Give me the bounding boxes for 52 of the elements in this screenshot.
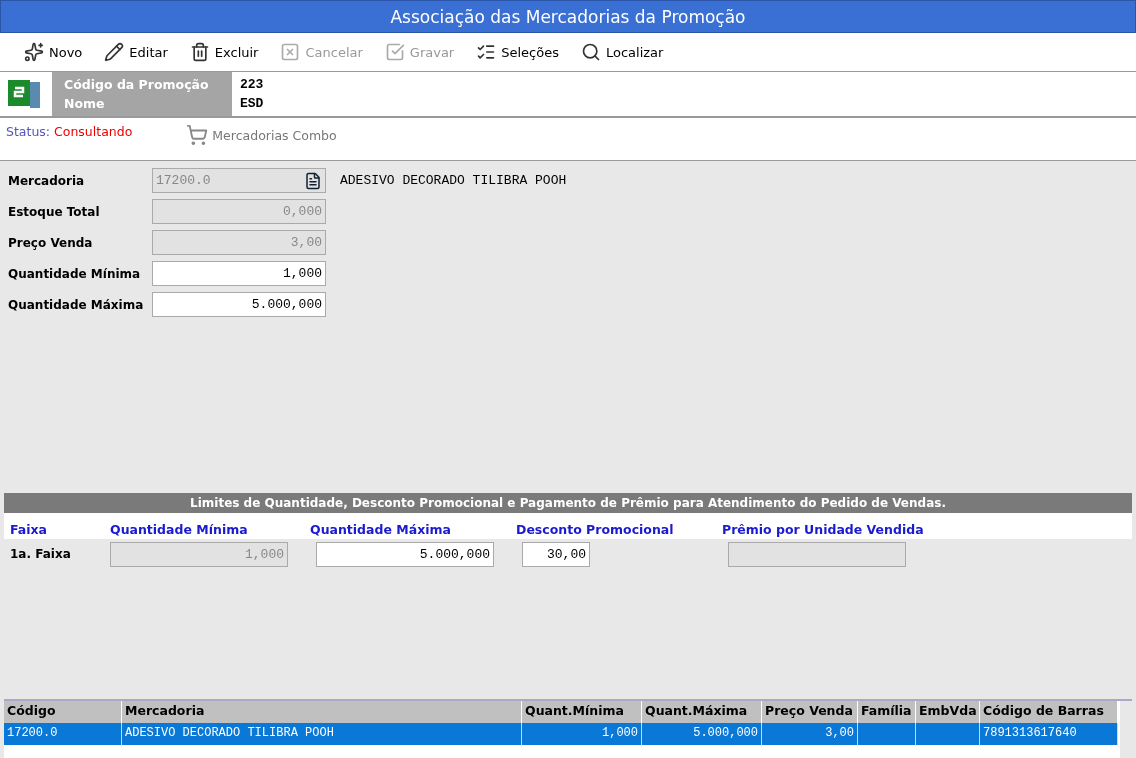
toolbar-button[interactable]: Novo [16, 37, 91, 67]
table-cell: 7891313617640 [980, 723, 1118, 745]
status-value: Consultando [54, 124, 133, 139]
column-header: Código [4, 701, 122, 723]
input-field[interactable]: 5.000,000 [316, 541, 494, 567]
row-label: 1a. Faixa [10, 547, 72, 561]
field-label: Código da Promoção [64, 76, 210, 94]
column-header: Mercadoria [122, 701, 522, 723]
input-field[interactable]: 1,000 [152, 261, 326, 286]
table-cell: 1,000 [522, 723, 642, 745]
search-icon [580, 42, 601, 62]
column-header: Quantidade Máxima [310, 522, 452, 539]
column-header: Desconto Promocional [516, 522, 675, 539]
field-value: ESD [240, 95, 264, 113]
table-cell: 17200.0 [4, 723, 122, 745]
table-cell: 5.000,000 [642, 723, 762, 745]
window-title: Associação das Mercadorias da Promoção [0, 0, 1136, 33]
toolbar-button[interactable]: Editar [96, 37, 176, 67]
trash-icon [189, 42, 210, 62]
table-row[interactable]: 17200.0 ADESIVO DECORADO TILIBRA POOH 1,000 5.000,000 3,00 7891313617640 [4, 723, 1120, 745]
check-square-icon [384, 42, 405, 62]
column-header: Quant.Máxima [642, 701, 762, 723]
pencil-icon [104, 42, 125, 62]
toolbar-button[interactable]: Excluir [181, 37, 267, 67]
toolbar-button[interactable]: Localizar [572, 37, 672, 67]
field-label: Preço Venda [8, 235, 94, 250]
field-label: Estoque Total [8, 204, 101, 219]
cart-icon [186, 124, 209, 146]
combo-button[interactable]: Mercadorias Combo [186, 124, 337, 146]
section-title: Limites de Quantidade, Desconto Promocional e Pagamento de Prêmio para Atendimento do Pedido de Vendas. [4, 493, 1132, 513]
table-cell: ADESIVO DECORADO TILIBRA POOH [122, 723, 522, 745]
column-header: Faixa [10, 522, 49, 539]
field-label: Nome [64, 95, 106, 113]
field-value: 223 [240, 76, 264, 94]
column-header: Prêmio por Unidade Vendida [722, 522, 925, 539]
input-field[interactable]: 5.000,000 [152, 292, 326, 317]
x-square-icon [280, 42, 301, 62]
column-header: Preço Venda [762, 701, 858, 723]
column-header: Família [858, 701, 916, 723]
column-header: Quant.Mínima [522, 701, 642, 723]
product-description: ADESIVO DECORADO TILIBRA POOH [340, 173, 567, 188]
column-header: EmbVda [916, 701, 980, 723]
column-header: Código de Barras [980, 701, 1118, 723]
checklist-icon [476, 42, 497, 62]
status-label: Status: [6, 124, 51, 139]
toolbar-button[interactable]: Seleções [468, 37, 567, 67]
field-label: Mercadoria [8, 173, 86, 188]
column-header: Quantidade Mínima [110, 522, 249, 539]
input-field[interactable]: 30,00 [522, 541, 590, 567]
field-label: Quantidade Mínima [8, 266, 142, 281]
table-cell: 3,00 [762, 723, 858, 745]
field-label: Quantidade Máxima [8, 297, 145, 312]
